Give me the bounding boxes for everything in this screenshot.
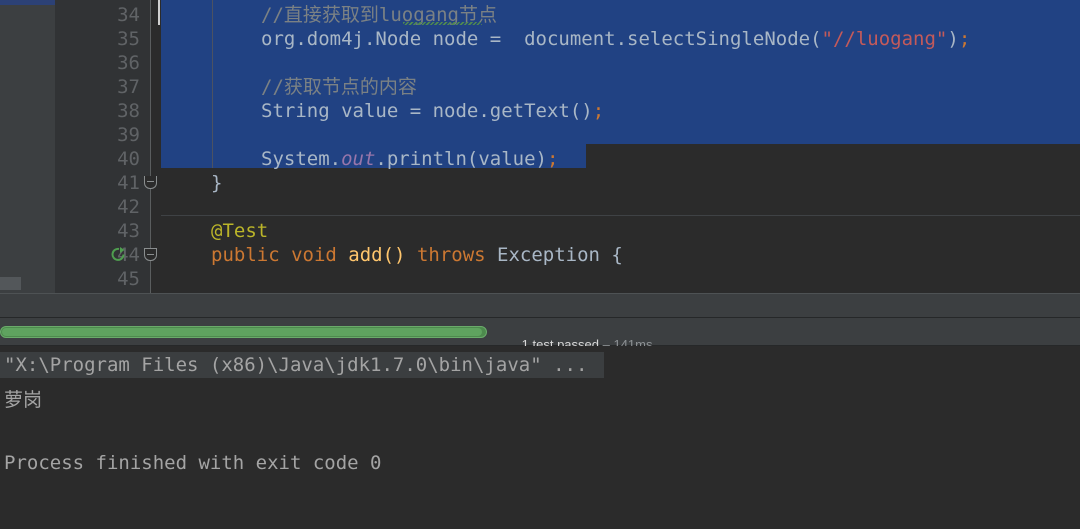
code-token: public void — [211, 244, 349, 266]
editor-left-strip — [0, 0, 55, 293]
ide-window: 34 35 36 37 38 39 40 41 42 43 44 45 //直接获取到luogang节… — [0, 0, 1080, 529]
line-number: 44 — [117, 244, 140, 266]
code-line: @Test — [211, 219, 268, 243]
code-token: //获取节点的内容 — [261, 76, 417, 98]
code-token: ; — [958, 28, 971, 50]
test-result-bar: 1 test passed – 141ms — [0, 318, 1080, 352]
code-line: String value = node.getText(); — [261, 99, 604, 123]
console-command-line: "X:\Program Files (x86)\Java\jdk1.7.0\bi… — [4, 354, 588, 376]
indent-guide — [212, 0, 213, 168]
code-line: System.out.println(value); — [261, 147, 558, 171]
line-number: 36 — [117, 52, 140, 74]
spellcheck-squiggle — [403, 22, 482, 25]
code-text-area[interactable]: //直接获取到luogang节点 org.dom4j.Node node = do… — [158, 0, 1080, 293]
fold-collapse-start-icon[interactable] — [144, 248, 157, 261]
line-number: 34 — [117, 4, 140, 26]
console-output-line-1: 萝岗 — [4, 389, 43, 411]
line-number: 41 — [117, 172, 140, 194]
left-strip-marker — [0, 277, 21, 290]
code-editor[interactable]: 34 35 36 37 38 39 40 41 42 43 44 45 //直接获取到luogang节… — [0, 0, 1080, 293]
code-token: } — [211, 172, 223, 194]
run-console[interactable]: "X:\Program Files (x86)\Java\jdk1.7.0\bi… — [0, 346, 1080, 529]
code-token: "// — [821, 28, 856, 50]
code-token: " — [935, 28, 948, 50]
code-token: add() — [348, 244, 406, 266]
code-token: ) — [947, 28, 959, 50]
console-output-line-3: Process finished with exit code 0 — [4, 452, 382, 474]
text-caret — [158, 0, 160, 25]
test-progress-bar — [0, 326, 487, 338]
line-number: 35 — [117, 28, 140, 50]
code-token: String value = node.getText() — [261, 100, 593, 122]
line-number: 39 — [117, 124, 140, 146]
line-number: 45 — [117, 268, 140, 290]
code-token: System. — [261, 148, 342, 170]
editor-console-splitter[interactable] — [0, 293, 1080, 318]
code-token: out — [341, 148, 376, 170]
line-number: 40 — [117, 148, 140, 170]
code-token: luogang — [855, 28, 936, 50]
test-progress-fill — [2, 328, 482, 336]
code-line: org.dom4j.Node node = document.selectSin… — [261, 27, 970, 51]
left-strip-top-accent — [0, 0, 55, 5]
fold-minus-bar — [147, 254, 154, 255]
code-line: } — [211, 171, 222, 195]
code-token: throws — [416, 244, 486, 266]
code-line: public void add() throws Exception { — [211, 243, 623, 267]
line-number: 37 — [117, 76, 140, 98]
fold-minus-bar — [147, 181, 154, 182]
line-number: 43 — [117, 220, 140, 242]
code-token: Exception { — [485, 244, 623, 266]
code-token: .println(value) — [375, 148, 547, 170]
line-number: 38 — [117, 100, 140, 122]
run-arrow-glyph — [111, 247, 125, 261]
fold-collapse-end-icon[interactable] — [144, 176, 157, 189]
line-number-gutter[interactable]: 34 35 36 37 38 39 40 41 42 43 44 45 — [55, 0, 150, 293]
method-separator — [161, 215, 1080, 216]
code-token: ; — [547, 148, 559, 170]
code-line: //获取节点的内容 — [261, 75, 417, 99]
code-token: org.dom4j.Node node = document.selectSin… — [261, 28, 822, 50]
line-number: 42 — [117, 196, 140, 218]
run-test-gutter-icon[interactable] — [110, 246, 127, 263]
code-token: ; — [592, 100, 605, 122]
code-token: @Test — [211, 220, 269, 242]
splitter-highlight — [0, 293, 1080, 294]
